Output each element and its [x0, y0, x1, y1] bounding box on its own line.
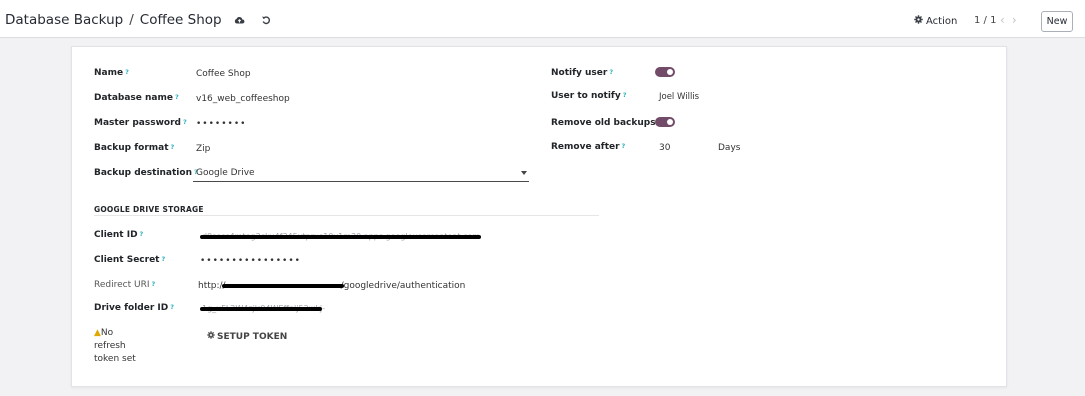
setup-token-button[interactable]: SETUP TOKEN: [207, 331, 287, 342]
breadcrumb: Database Backup / Coffee Shop: [5, 12, 272, 28]
client-secret-field[interactable]: ••••••••••••••••: [200, 256, 301, 266]
help-icon[interactable]: ?: [125, 68, 129, 76]
help-icon[interactable]: ?: [140, 230, 144, 238]
breadcrumb-separator: /: [129, 12, 134, 28]
user-to-notify-label: User to notify?: [551, 91, 627, 101]
backup-destination-label: Backup destination?: [94, 168, 198, 178]
name-field[interactable]: Coffee Shop: [196, 69, 251, 79]
backup-destination-value: Google Drive: [196, 168, 255, 178]
breadcrumb-current: Coffee Shop: [139, 12, 222, 28]
google-drive-section-title: GOOGLE DRIVE STORAGE: [94, 205, 204, 214]
no-refresh-token-warning: ▲No refresh token set: [94, 328, 136, 364]
remove-after-field[interactable]: 30: [659, 143, 670, 153]
form-sheet: Name? Coffee Shop Database name? v16_web…: [71, 46, 1007, 387]
chevron-right-icon[interactable]: ›: [1012, 13, 1024, 27]
database-name-field[interactable]: v16_web_coffeeshop: [196, 94, 290, 104]
notify-user-toggle[interactable]: [655, 67, 675, 77]
help-icon[interactable]: ?: [170, 303, 174, 311]
pager-value[interactable]: 1 / 1: [974, 15, 996, 26]
help-icon[interactable]: ?: [171, 143, 175, 151]
remove-old-backups-toggle[interactable]: [655, 117, 675, 127]
section-divider: [94, 215, 599, 216]
help-icon[interactable]: ?: [623, 91, 627, 99]
database-name-label: Database name?: [94, 93, 179, 103]
backup-format-field[interactable]: Zip: [196, 144, 210, 154]
remove-after-unit: Days: [718, 143, 741, 153]
remove-old-backups-label: Remove old backups?: [551, 118, 661, 128]
new-button[interactable]: New: [1041, 11, 1073, 32]
drive-folder-id-label: Drive folder ID?: [94, 303, 175, 313]
cloud-upload-icon[interactable]: [234, 14, 246, 26]
redaction-mark: [200, 307, 322, 311]
help-icon[interactable]: ?: [183, 118, 187, 126]
notify-user-label: Notify user?: [551, 68, 614, 78]
client-id-label: Client ID?: [94, 230, 144, 240]
chevron-left-icon[interactable]: ‹: [1000, 13, 1012, 27]
control-panel: Database Backup / Coffee Shop Action 1 /…: [0, 0, 1085, 38]
undo-icon[interactable]: [260, 14, 272, 26]
user-to-notify-field[interactable]: Joel Willis: [659, 92, 699, 102]
name-label: Name?: [94, 68, 129, 78]
help-icon[interactable]: ?: [175, 93, 179, 101]
warning-icon: ▲: [94, 328, 101, 338]
gear-icon: [207, 331, 215, 342]
action-menu-button[interactable]: Action: [914, 15, 957, 27]
backup-destination-select[interactable]: Google Drive: [193, 164, 529, 182]
master-password-label: Master password?: [94, 118, 187, 128]
help-icon[interactable]: ?: [151, 280, 155, 288]
help-icon[interactable]: ?: [162, 255, 166, 263]
redaction-mark: [200, 235, 481, 239]
redirect-uri-label: Redirect URI?: [94, 280, 156, 290]
chevron-down-icon: [521, 171, 527, 175]
action-label: Action: [926, 15, 958, 27]
help-icon[interactable]: ?: [622, 142, 626, 150]
breadcrumb-parent[interactable]: Database Backup: [5, 12, 123, 28]
master-password-field[interactable]: ••••••••: [196, 119, 246, 129]
remove-after-label: Remove after?: [551, 142, 626, 152]
redaction-mark: [222, 284, 344, 288]
backup-format-label: Backup format?: [94, 143, 175, 153]
client-secret-label: Client Secret?: [94, 255, 166, 265]
setup-token-label: SETUP TOKEN: [217, 331, 288, 342]
gear-icon: [914, 15, 923, 27]
help-icon[interactable]: ?: [609, 68, 613, 76]
